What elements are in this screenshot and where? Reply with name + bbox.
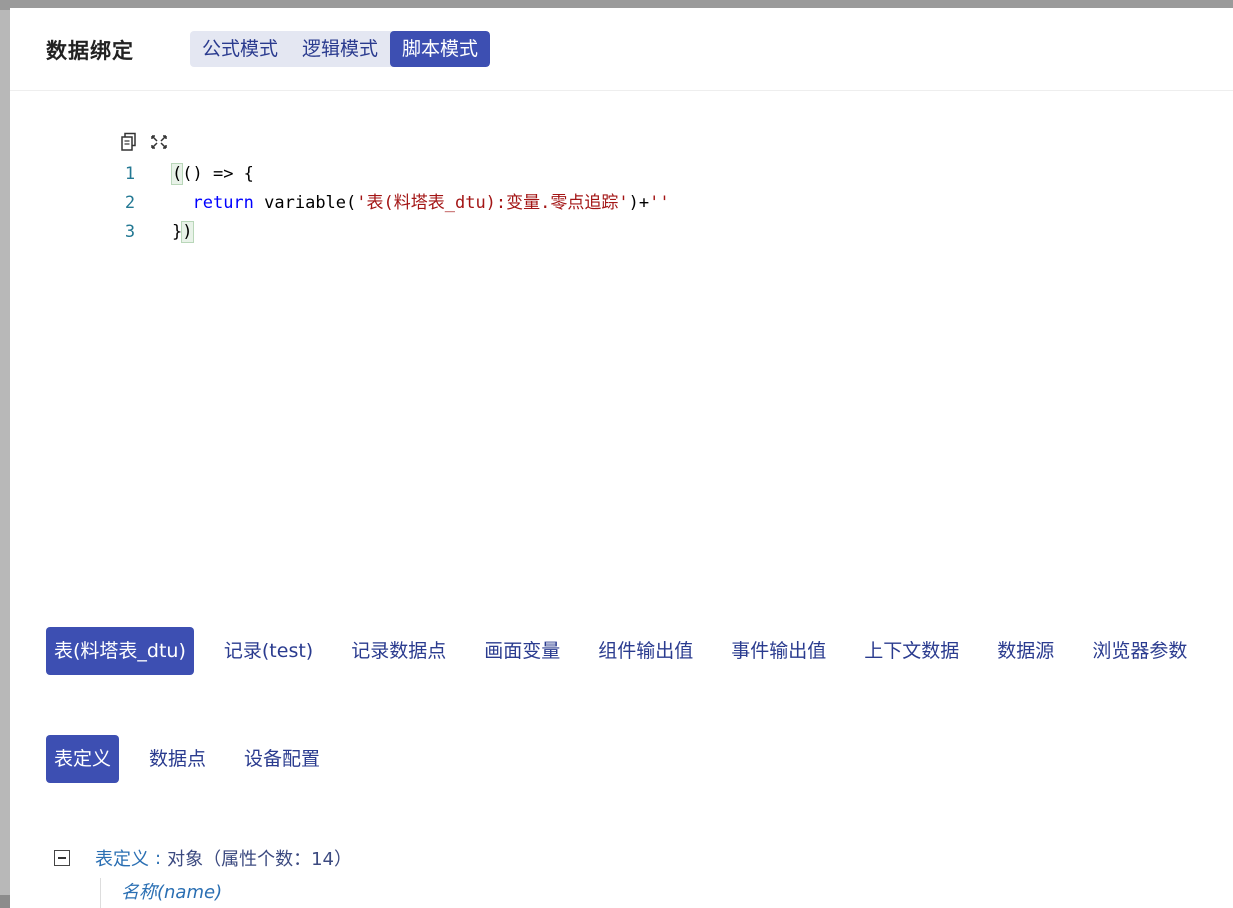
matched-bracket: ) bbox=[181, 221, 194, 243]
tab-script-mode[interactable]: 脚本模式 bbox=[390, 31, 491, 67]
code-text: return variable('表(料塔表_dtu):变量.零点追踪')+'' bbox=[150, 189, 670, 218]
tree-node-value: 对象（属性个数：14） bbox=[167, 849, 352, 870]
tree-node[interactable]: 表定义 : 对象（属性个数：14） bbox=[54, 844, 352, 872]
tree-node-separator: : bbox=[155, 847, 162, 869]
code-token: variable( bbox=[253, 193, 357, 213]
tab-table-definition[interactable]: 表定义 bbox=[46, 735, 120, 783]
table-sub-tabs: 表定义 数据点 设备配置 bbox=[46, 735, 350, 783]
tab-device-config[interactable]: 设备配置 bbox=[236, 735, 328, 783]
tab-table-source[interactable]: 表(料塔表_dtu) bbox=[46, 627, 194, 675]
data-binding-dialog: 数据绑定 公式模式 逻辑模式 脚本模式 1 (() => { 2 return bbox=[10, 8, 1233, 908]
tab-screen-variable[interactable]: 画面变量 bbox=[476, 627, 568, 675]
backdrop-strip bbox=[0, 10, 10, 895]
editor-toolbar bbox=[120, 132, 168, 152]
tab-component-output[interactable]: 组件输出值 bbox=[590, 627, 701, 675]
matched-bracket: ( bbox=[170, 163, 184, 185]
code-line: 1 (() => { bbox=[110, 160, 670, 189]
dialog-header: 数据绑定 公式模式 逻辑模式 脚本模式 bbox=[10, 8, 1233, 91]
tab-logic-mode[interactable]: 逻辑模式 bbox=[290, 31, 390, 67]
tab-context-data[interactable]: 上下文数据 bbox=[856, 627, 967, 675]
data-source-tabs: 表(料塔表_dtu) 记录(test) 记录数据点 画面变量 组件输出值 事件输… bbox=[46, 627, 1217, 675]
code-line: 2 return variable('表(料塔表_dtu):变量.零点追踪')+… bbox=[110, 189, 670, 218]
code-text: }) bbox=[150, 218, 194, 247]
tree-node-key: 表定义 bbox=[95, 849, 149, 870]
line-number: 1 bbox=[124, 164, 136, 184]
tab-record-datapoint[interactable]: 记录数据点 bbox=[343, 627, 454, 675]
tree-child-node[interactable]: 名称(name) bbox=[100, 878, 222, 908]
tab-event-output[interactable]: 事件输出值 bbox=[723, 627, 834, 675]
code-string: '' bbox=[649, 193, 670, 213]
tab-datasource[interactable]: 数据源 bbox=[989, 627, 1062, 675]
code-string: '表(料塔表_dtu):变量.零点追踪' bbox=[356, 193, 629, 213]
line-number: 3 bbox=[124, 222, 136, 242]
tab-formula-mode[interactable]: 公式模式 bbox=[190, 31, 290, 67]
code-text: (() => { bbox=[150, 160, 254, 189]
dialog-title: 数据绑定 bbox=[46, 39, 134, 63]
tab-datapoints[interactable]: 数据点 bbox=[141, 735, 214, 783]
code-line: 3 }) bbox=[110, 218, 670, 247]
code-token: )+ bbox=[628, 193, 650, 213]
copy-icon[interactable] bbox=[120, 132, 138, 152]
code-token: () => { bbox=[182, 164, 254, 184]
collapse-icon[interactable] bbox=[54, 850, 70, 866]
code-keyword: return bbox=[192, 193, 254, 213]
definition-tree: 表定义 : 对象（属性个数：14） 名称(name) bbox=[54, 844, 352, 908]
script-editor[interactable]: 1 (() => { 2 return variable('表(料塔表_dtu)… bbox=[110, 160, 670, 247]
code-token: } bbox=[172, 222, 183, 242]
tab-record[interactable]: 记录(test) bbox=[216, 627, 321, 675]
line-number: 2 bbox=[124, 193, 136, 213]
fullscreen-icon[interactable] bbox=[150, 132, 168, 152]
tab-browser-params[interactable]: 浏览器参数 bbox=[1084, 627, 1195, 675]
mode-switcher: 公式模式 逻辑模式 脚本模式 bbox=[190, 31, 491, 67]
